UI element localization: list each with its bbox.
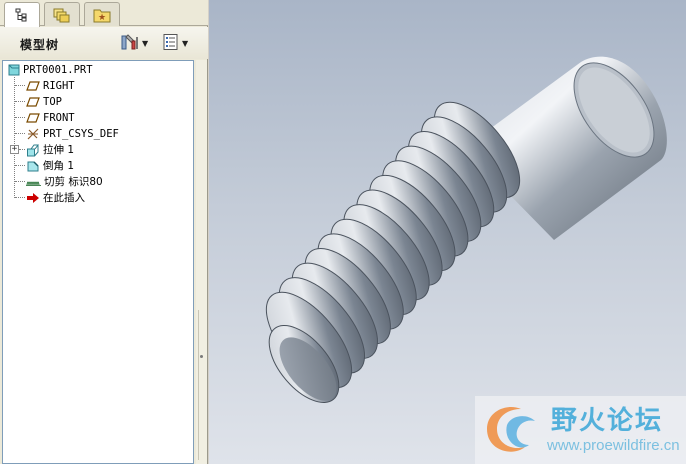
tree-item-label: 倒角 1	[43, 160, 75, 172]
tree-item-chamfer[interactable]: 倒角 1	[3, 158, 193, 174]
favorites-folder-icon: ★	[93, 7, 111, 23]
datum-plane-icon	[26, 79, 40, 93]
tab-model-tree[interactable]	[4, 2, 40, 27]
tree-settings-icon	[120, 33, 140, 54]
show-options-icon	[162, 33, 180, 54]
tab-favorites[interactable]: ★	[84, 2, 120, 26]
tree-settings-button[interactable]: ▼	[120, 33, 148, 53]
insert-here-arrow-icon	[26, 191, 40, 205]
tree-item-label: 拉伸 1	[43, 144, 75, 156]
threaded-bolt-model	[265, 56, 667, 403]
tree-item-top[interactable]: TOP	[3, 94, 193, 110]
watermark-title: 野火论坛	[551, 406, 664, 436]
model-tree-icon	[14, 7, 30, 23]
tree-root-label: PRT0001.PRT	[23, 64, 93, 76]
forum-logo	[487, 407, 535, 452]
forum-watermark: 野火论坛 www.proewildfire.cn	[475, 396, 686, 464]
chevron-down-icon: ▼	[182, 38, 189, 48]
svg-text:★: ★	[98, 13, 106, 23]
splitter-track	[198, 310, 205, 460]
tree-item-csys[interactable]: PRT_CSYS_DEF	[3, 126, 193, 142]
model-tree-header: 模型树 ▼ ▼	[0, 27, 208, 59]
model-tree: PRT0001.PRT RIGHT TOP FRONT PRT_CSYS_DEF…	[2, 60, 194, 464]
tree-item-label: FRONT	[43, 112, 75, 124]
chamfer-icon	[26, 159, 40, 173]
extrude-icon	[26, 143, 40, 157]
datum-plane-icon	[26, 111, 40, 125]
tree-item-label: RIGHT	[43, 80, 75, 92]
tree-item-label: 在此插入	[43, 192, 85, 204]
chevron-down-icon: ▼	[142, 38, 149, 48]
tab-layers[interactable]	[44, 2, 80, 26]
tree-item-label: 切剪 标识80	[44, 176, 103, 188]
tree-root[interactable]: PRT0001.PRT	[3, 62, 193, 78]
tree-item-right[interactable]: RIGHT	[3, 78, 193, 94]
tree-item-cosmetic-thread[interactable]: 切剪 标识80	[3, 174, 193, 190]
show-options-button[interactable]: ▼	[162, 33, 188, 53]
tree-item-label: PRT_CSYS_DEF	[43, 128, 119, 140]
navigator-tabs: ★	[0, 0, 208, 27]
layers-icon	[53, 7, 71, 23]
graphics-viewport[interactable]: 野火论坛 www.proewildfire.cn	[209, 0, 686, 464]
tree-item-insert-here[interactable]: 在此插入	[3, 190, 193, 206]
tree-item-label: TOP	[43, 96, 62, 108]
watermark-url: www.proewildfire.cn	[547, 437, 680, 454]
model-tree-panel: ★ 模型树 ▼ ▼ PRT0001.PRT RIGHT TOP FRONT PR…	[0, 0, 208, 464]
coordinate-system-icon	[26, 127, 40, 141]
datum-plane-icon	[26, 95, 40, 109]
tree-item-front[interactable]: FRONT	[3, 110, 193, 126]
part-icon	[7, 63, 21, 77]
expand-toggle[interactable]: +	[10, 145, 19, 154]
tree-item-extrude[interactable]: + 拉伸 1	[3, 142, 193, 158]
panel-title: 模型树	[20, 38, 60, 52]
cosmetic-thread-icon	[25, 175, 43, 189]
panel-splitter[interactable]	[196, 60, 207, 464]
